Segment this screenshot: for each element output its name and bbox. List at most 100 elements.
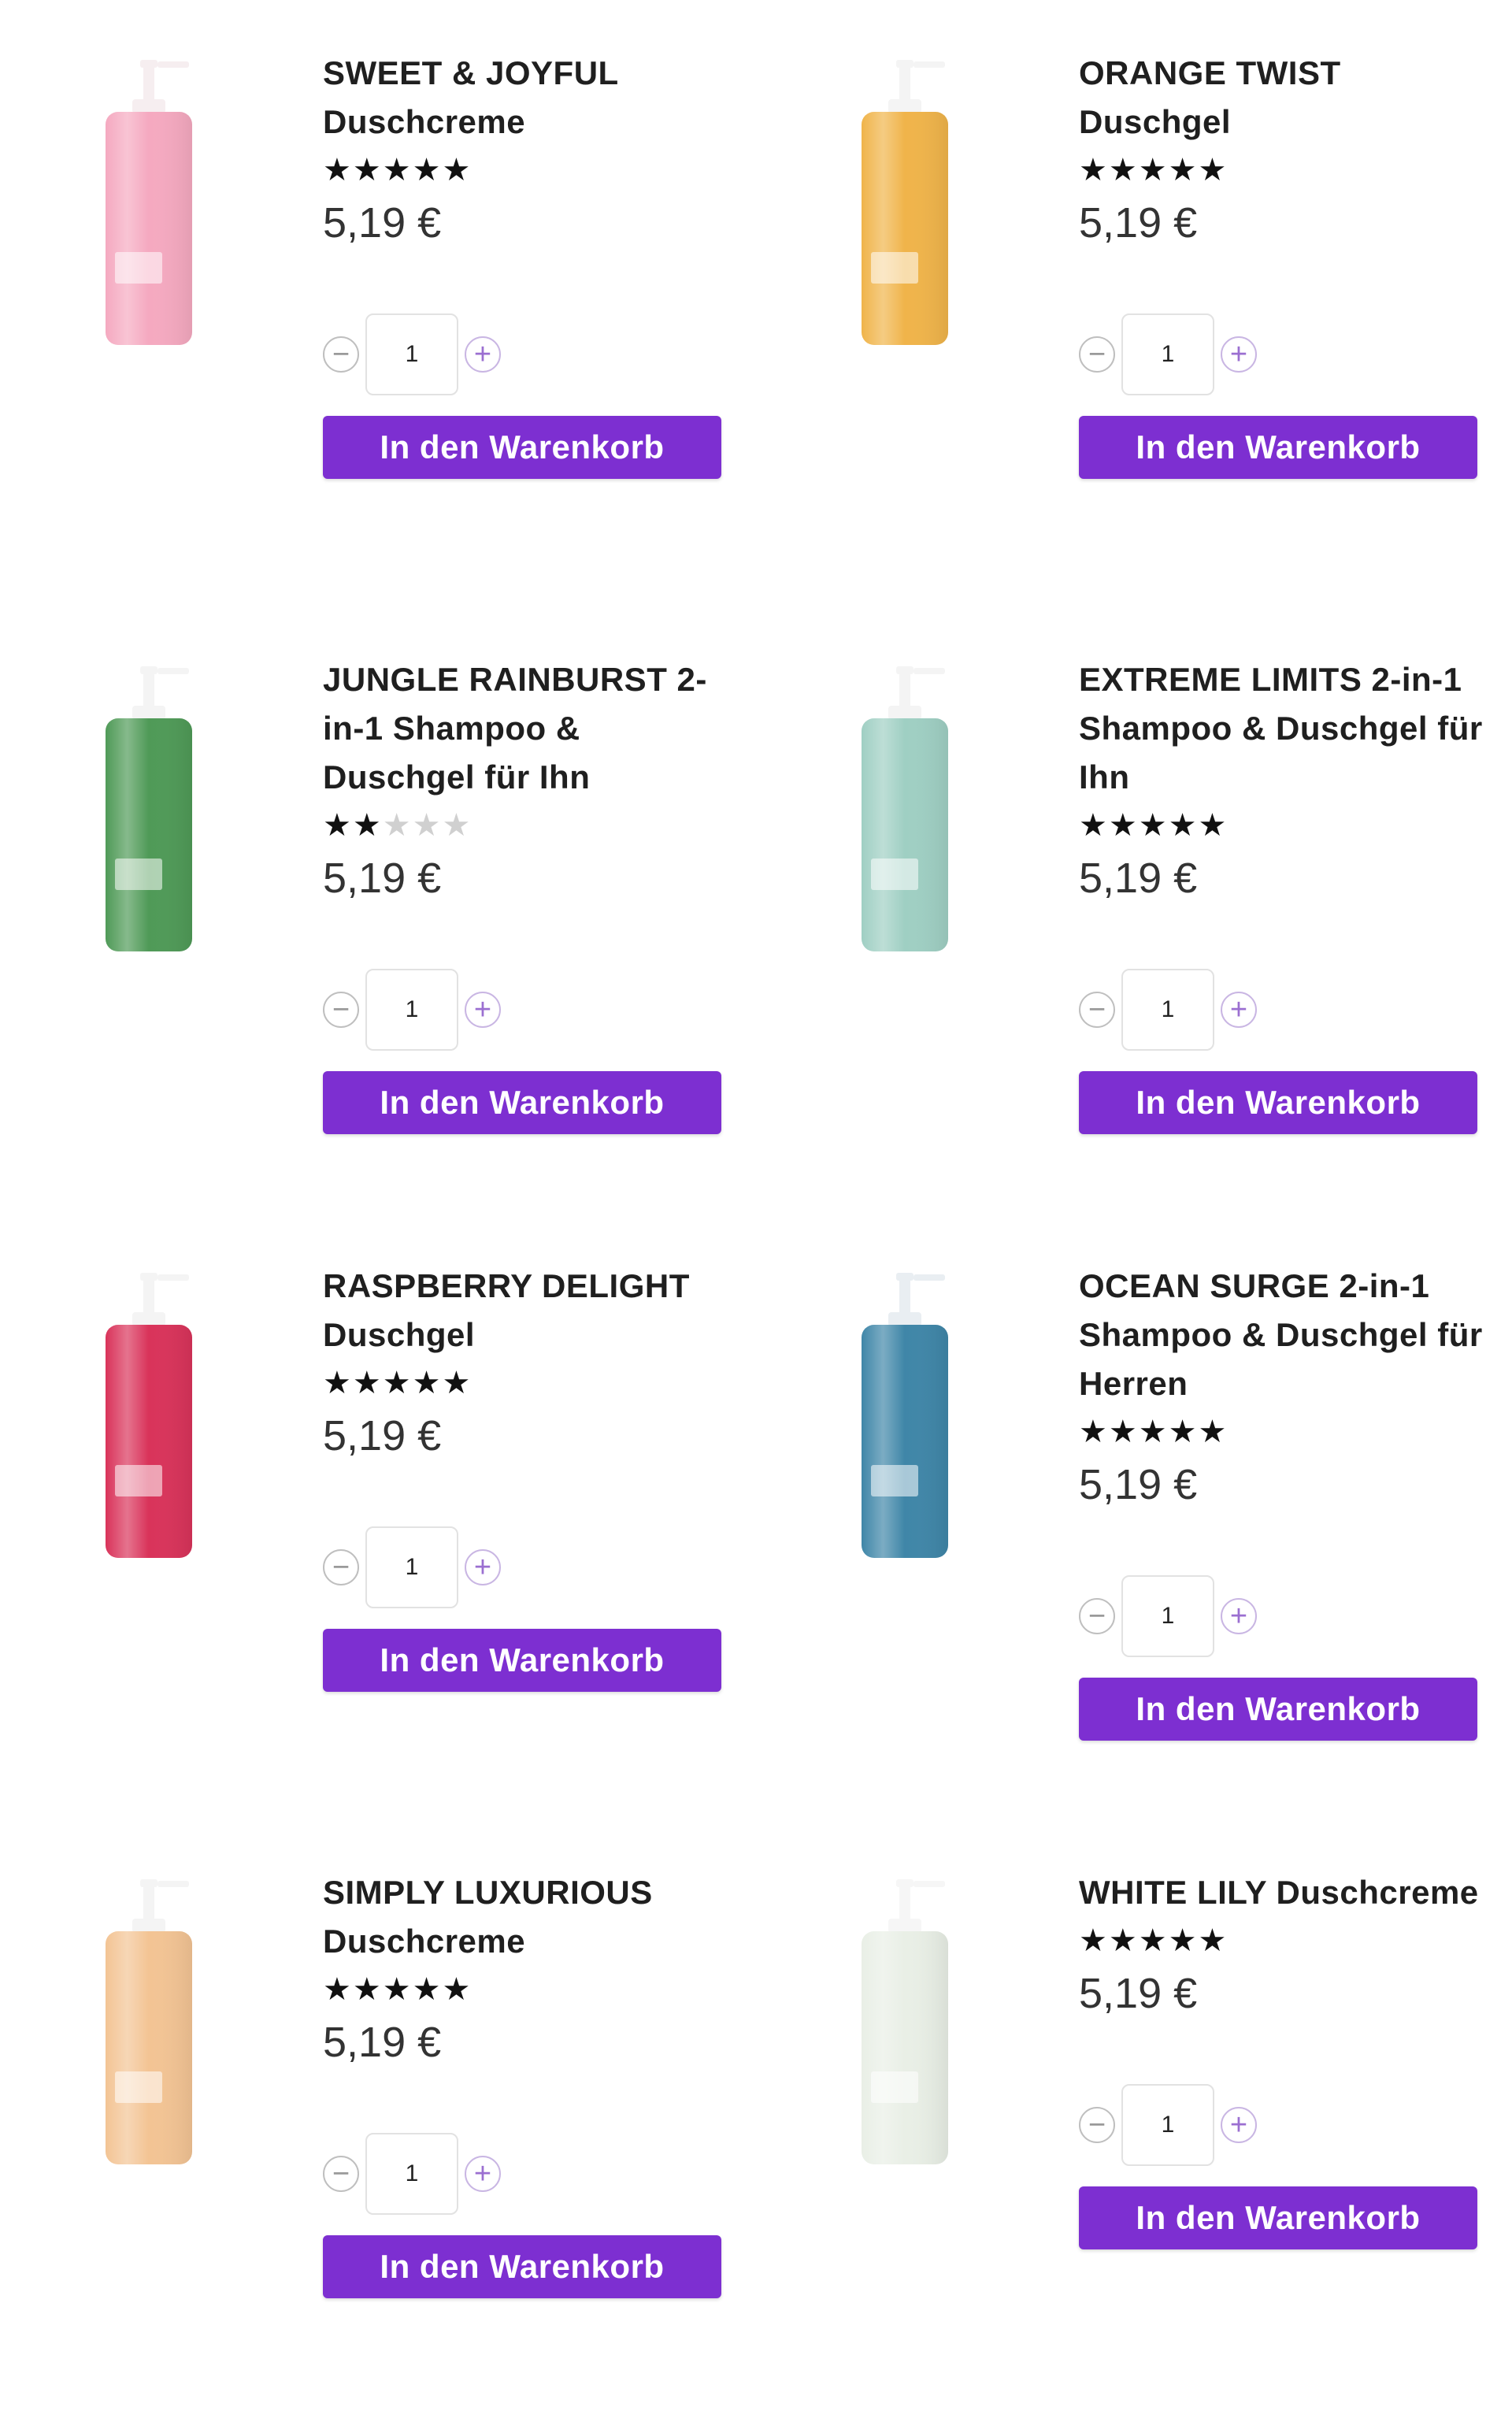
product-name[interactable]: EXTREME LIMITS 2-in-1 Shampoo & Duschgel … [1079,655,1504,802]
bottle-image [862,1273,948,1558]
rating-stars: ★★★★★ [323,805,748,846]
minus-circle-icon[interactable]: − [1079,992,1115,1028]
product-image[interactable] [850,1268,961,1567]
plus-circle-icon[interactable]: + [465,1549,501,1585]
star-icon: ★ [1108,153,1139,187]
quantity-input[interactable] [365,1526,458,1608]
minus-circle-icon[interactable]: − [323,336,359,373]
quantity-stepper: − + [323,2133,748,2215]
star-icon: ★ [323,808,353,843]
product-name[interactable]: SIMPLY LUXURIOUS Duschcreme [323,1868,748,1966]
bottle-image [862,60,948,345]
rating-stars: ★★★★★ [323,1363,748,1404]
product-image[interactable] [94,662,205,961]
product-name[interactable]: WHITE LILY Duschcreme [1079,1868,1504,1917]
add-to-cart-button[interactable]: In den Warenkorb [323,2235,721,2298]
minus-circle-icon[interactable]: − [1079,1598,1115,1634]
minus-circle-icon[interactable]: − [323,992,359,1028]
product-price: 5,19 € [323,2019,442,2066]
product-info: EXTREME LIMITS 2-in-1 Shampoo & Duschgel … [1079,655,1504,1134]
product-name-line: SWEET & JOYFUL [323,54,619,91]
quantity-input[interactable] [1121,1575,1214,1657]
product-name-line: Duschgel [1079,103,1232,140]
product-image[interactable] [94,1875,205,2174]
add-to-cart-button[interactable]: In den Warenkorb [323,1071,721,1134]
plus-circle-icon[interactable]: + [465,992,501,1028]
product-name[interactable]: JUNGLE RAINBURST 2- in-1 Shampoo & Duschge… [323,655,748,802]
add-to-cart-button[interactable]: In den Warenkorb [323,416,721,479]
star-icon: ★ [442,1366,472,1400]
add-to-cart-button[interactable]: In den Warenkorb [1079,1678,1477,1741]
star-icon: ★ [1079,1923,1109,1958]
product-image[interactable] [94,55,205,354]
star-icon: ★ [1079,1415,1109,1449]
star-icon: ★ [1168,1415,1199,1449]
product-name[interactable]: ORANGE TWIST Duschgel [1079,49,1504,146]
product-name-line: Duschgel für Ihn [323,758,591,795]
add-to-cart-button[interactable]: In den Warenkorb [323,1629,721,1692]
product-image[interactable] [850,55,961,354]
quantity-input[interactable] [365,313,458,395]
plus-circle-icon[interactable]: + [1221,992,1257,1028]
product-card-8: WHITE LILY Duschcreme ★★★★★ 5,19 € − + I… [756,1819,1512,2418]
bottle-image [862,1879,948,2164]
product-image[interactable] [850,1875,961,2174]
star-icon: ★ [1108,808,1139,843]
product-image[interactable] [94,1268,205,1567]
bottle-image [106,1879,192,2164]
product-card-5: RASPBERRY DELIGHT Duschgel ★★★★★ 5,19 € −… [0,1213,756,1812]
star-icon: ★ [1168,1923,1199,1958]
plus-circle-icon[interactable]: + [465,336,501,373]
product-name-line: ORANGE TWIST [1079,54,1341,91]
product-name-line: OCEAN SURGE 2-in-1 [1079,1267,1430,1304]
product-name-line: in-1 Shampoo & [323,710,580,747]
minus-circle-icon[interactable]: − [1079,2107,1115,2143]
bottle-image [106,1273,192,1558]
star-icon: ★ [1108,1415,1139,1449]
star-icon: ★ [412,808,443,843]
product-name-line: WHITE LILY Duschcreme [1079,1874,1479,1911]
add-to-cart-button[interactable]: In den Warenkorb [1079,416,1477,479]
star-icon: ★ [1198,808,1228,843]
product-price: 5,19 € [1079,1970,1198,2017]
plus-circle-icon[interactable]: + [1221,1598,1257,1634]
quantity-input[interactable] [1121,313,1214,395]
star-icon: ★ [442,1972,472,2007]
star-icon: ★ [1138,808,1169,843]
bottle-image [106,666,192,951]
product-name-line: Duschgel [323,1316,476,1353]
product-name-line: SIMPLY LUXURIOUS [323,1874,653,1911]
product-image[interactable] [850,662,961,961]
plus-circle-icon[interactable]: + [1221,336,1257,373]
star-icon: ★ [1138,1415,1169,1449]
star-icon: ★ [352,1366,383,1400]
quantity-stepper: − + [323,1526,748,1608]
quantity-input[interactable] [365,969,458,1051]
star-icon: ★ [1168,153,1199,187]
rating-stars: ★★★★★ [1079,1411,1504,1452]
plus-circle-icon[interactable]: + [465,2156,501,2192]
plus-circle-icon[interactable]: + [1221,2107,1257,2143]
quantity-input[interactable] [1121,2084,1214,2166]
quantity-input[interactable] [1121,969,1214,1051]
rating-stars: ★★★★★ [1079,805,1504,846]
star-icon: ★ [1198,1415,1228,1449]
product-info: ORANGE TWISTDuschgel ★★★★★ 5,19 € − + In… [1079,49,1504,479]
star-icon: ★ [352,153,383,187]
product-name[interactable]: OCEAN SURGE 2-in-1 Shampoo & Duschgel für… [1079,1262,1504,1408]
product-name-line: JUNGLE RAINBURST 2- [323,661,707,698]
quantity-input[interactable] [365,2133,458,2215]
product-card-7: SIMPLY LUXURIOUS Duschcreme ★★★★★ 5,19 € … [0,1819,756,2418]
minus-circle-icon[interactable]: − [323,2156,359,2192]
minus-circle-icon[interactable]: − [323,1549,359,1585]
product-name[interactable]: SWEET & JOYFUL Duschcreme [323,49,748,146]
star-icon: ★ [442,808,472,843]
product-name[interactable]: RASPBERRY DELIGHT Duschgel [323,1262,748,1359]
rating-stars: ★★★★★ [323,150,748,191]
product-card-4: EXTREME LIMITS 2-in-1 Shampoo & Duschgel … [756,606,1512,1205]
add-to-cart-button[interactable]: In den Warenkorb [1079,1071,1477,1134]
quantity-stepper: − + [1079,313,1504,395]
add-to-cart-button[interactable]: In den Warenkorb [1079,2186,1477,2249]
quantity-stepper: − + [1079,969,1504,1051]
minus-circle-icon[interactable]: − [1079,336,1115,373]
